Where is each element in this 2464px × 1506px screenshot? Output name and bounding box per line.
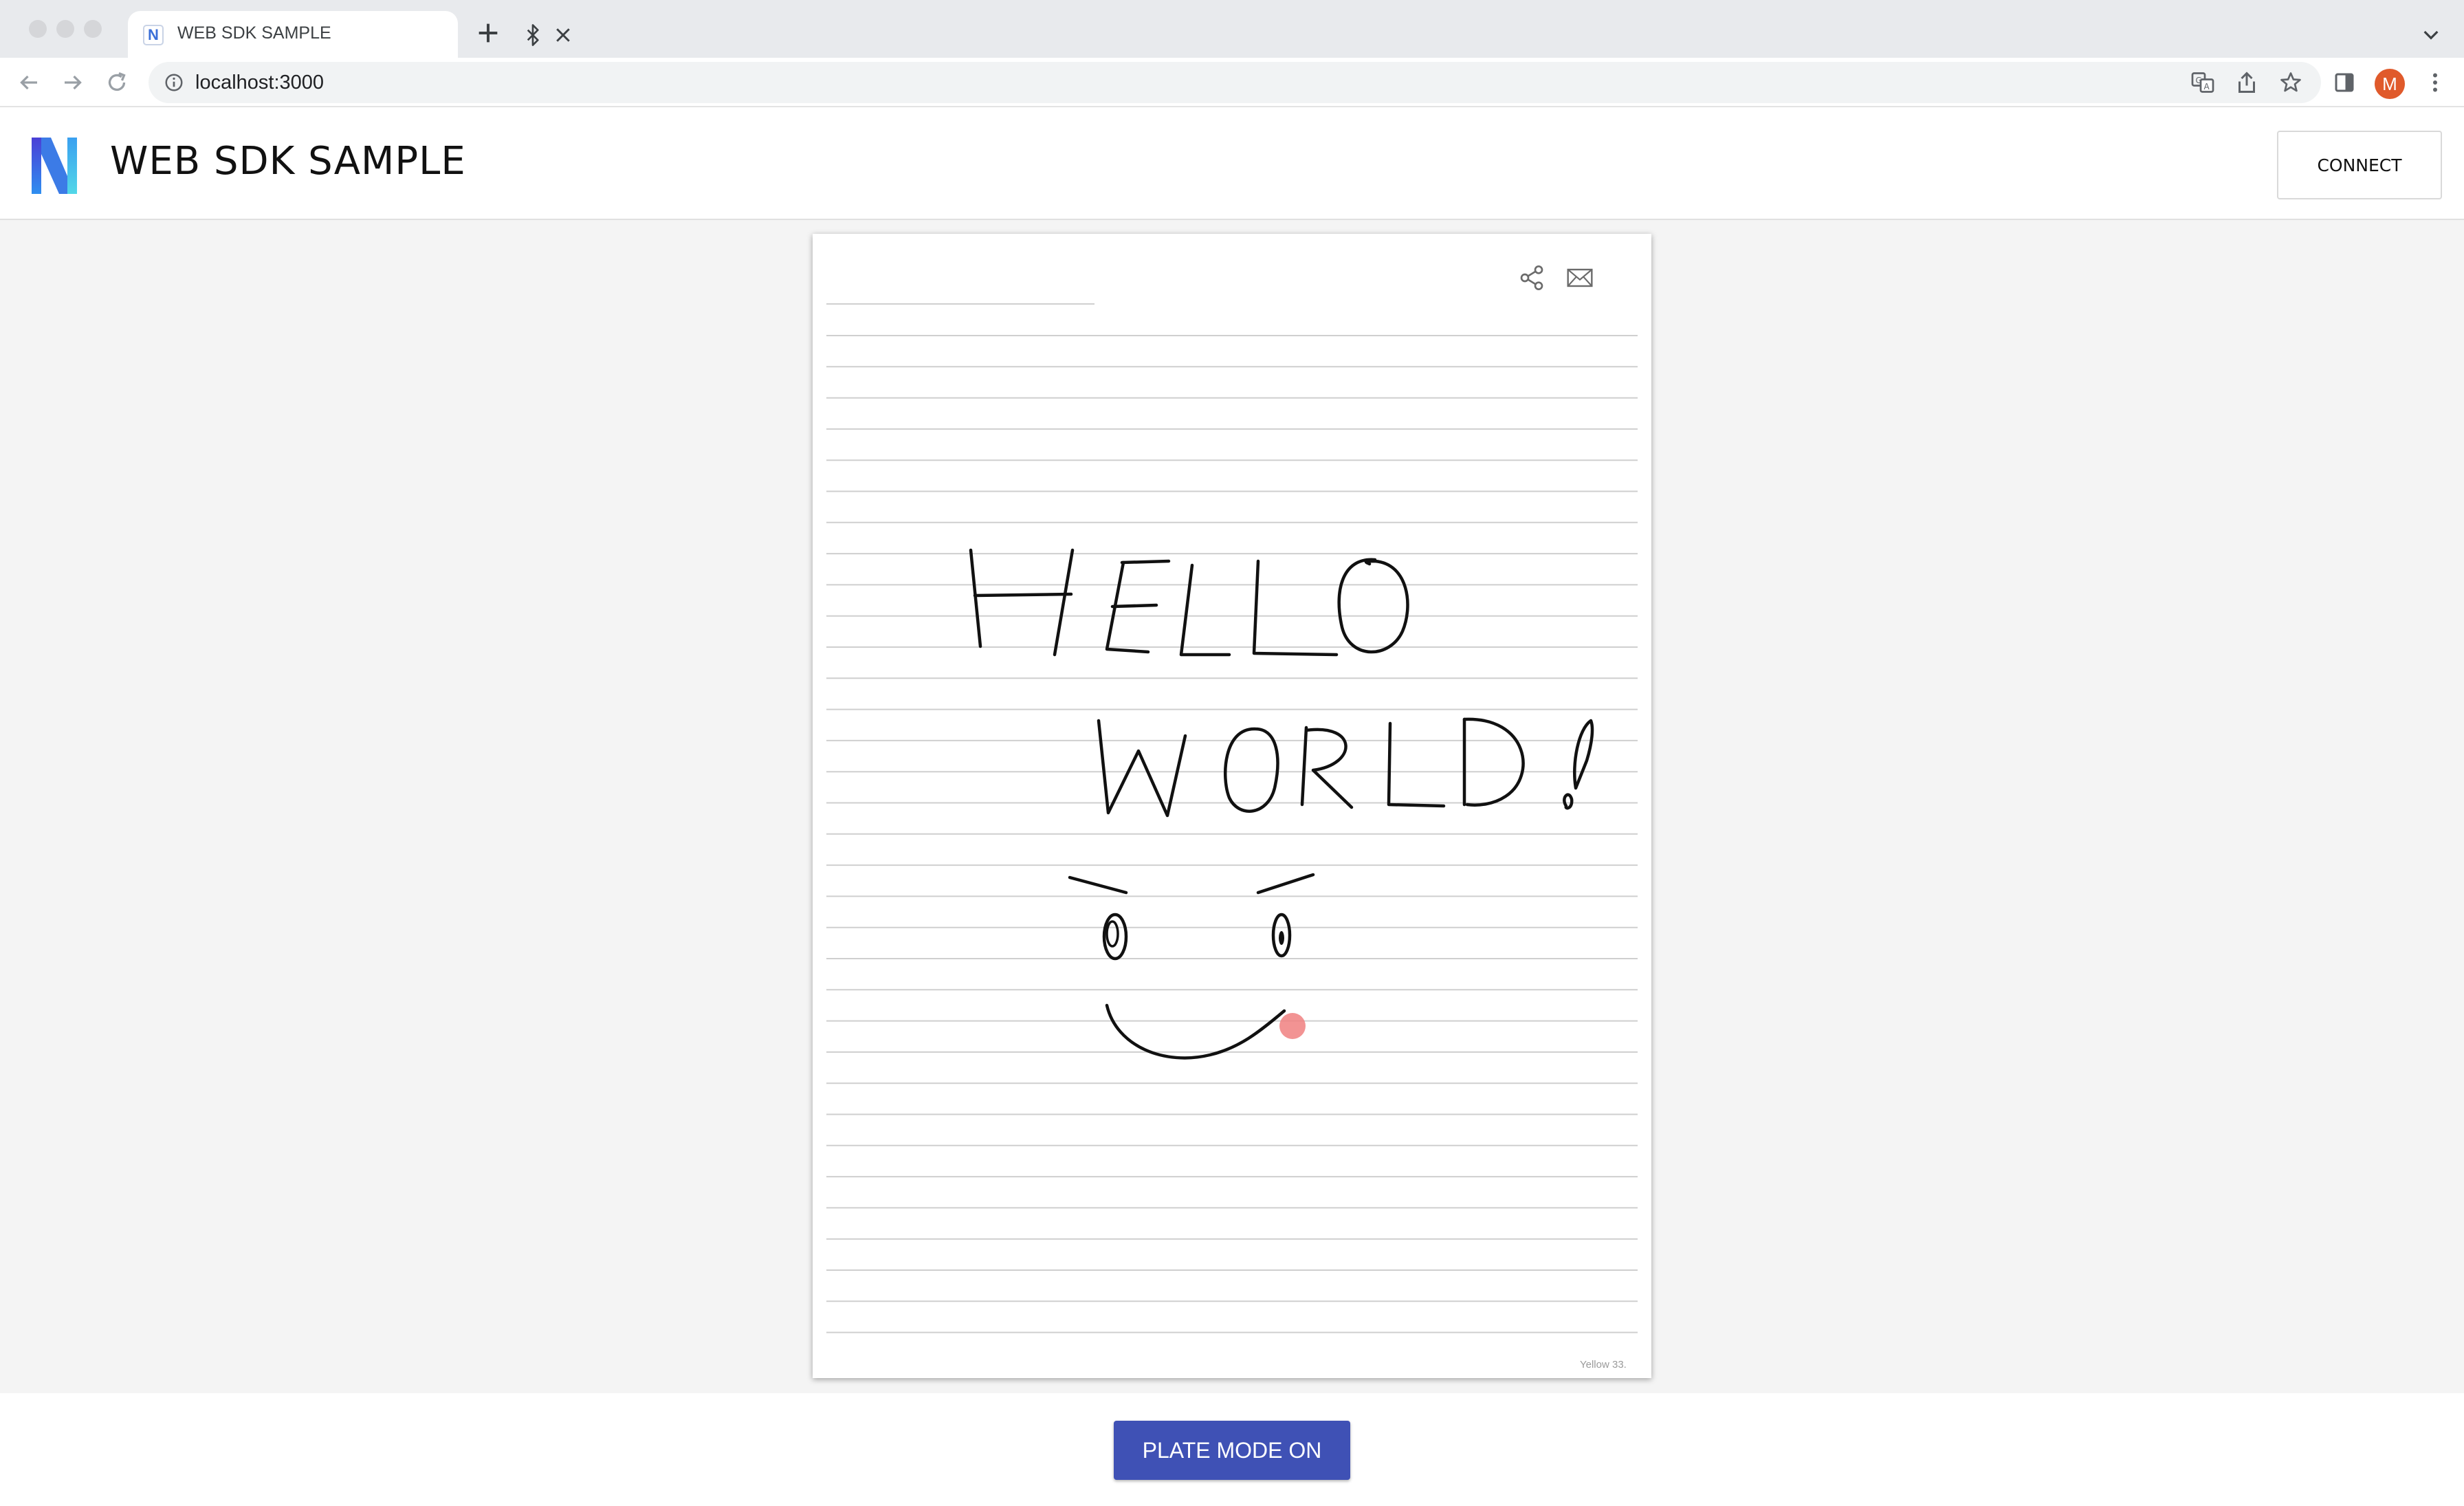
- handwriting-stroke: [1179, 563, 1231, 657]
- pen-cursor-dot: [1279, 1013, 1306, 1039]
- handwriting-stroke: [1097, 719, 1187, 818]
- smile-stroke: [1105, 1003, 1286, 1060]
- back-arrow-icon[interactable]: [16, 70, 41, 95]
- forward-arrow-icon[interactable]: [60, 70, 85, 95]
- handwriting-stroke: [1053, 548, 1075, 657]
- share-page-icon[interactable]: [2234, 70, 2259, 95]
- right-pupil-stroke: [1279, 931, 1284, 945]
- handwriting-stroke: [1223, 727, 1279, 813]
- translate-icon[interactable]: G A: [2190, 70, 2215, 95]
- tab-close-icon[interactable]: [553, 25, 573, 45]
- plate-mode-button[interactable]: PLATE MODE ON: [1114, 1421, 1350, 1480]
- address-bar-url: localhost:3000: [195, 72, 324, 94]
- bookmark-star-icon[interactable]: [2278, 70, 2303, 95]
- handwriting-stroke: [1563, 793, 1574, 810]
- address-bar[interactable]: localhost:3000: [148, 62, 2321, 103]
- handwriting-stroke: [1300, 725, 1308, 807]
- window-close-control[interactable]: [29, 20, 47, 38]
- page-footer-label: Yellow 33.: [1580, 1359, 1627, 1371]
- bluetooth-icon: [527, 24, 539, 46]
- handwriting-stroke: [969, 548, 982, 648]
- svg-text:A: A: [2204, 82, 2210, 91]
- tab-favicon-icon: N: [143, 25, 164, 45]
- neo-logo-icon: [32, 138, 77, 194]
- app-header: WEB SDK SAMPLE CONNECT: [0, 107, 2464, 220]
- left-pupil-stroke: [1106, 920, 1119, 948]
- svg-text:G: G: [2196, 76, 2202, 85]
- handwriting-stroke: [1110, 603, 1158, 609]
- handwriting-stroke: [1387, 721, 1446, 808]
- connect-button[interactable]: CONNECT: [2277, 131, 2442, 199]
- handwriting-stroke: [1256, 873, 1315, 895]
- reload-icon[interactable]: [104, 70, 129, 95]
- main-canvas-area: Yellow 33.: [0, 220, 2464, 1393]
- browser-tab-strip: N WEB SDK SAMPLE: [0, 0, 2464, 58]
- handwriting-stroke: [1462, 717, 1525, 807]
- browser-menu-icon[interactable]: [2423, 70, 2448, 95]
- window-minimize-control[interactable]: [56, 20, 74, 38]
- app-title: WEB SDK SAMPLE: [110, 139, 466, 184]
- handwriting-stroke: [1252, 559, 1339, 657]
- site-info-icon[interactable]: [164, 72, 184, 93]
- browser-toolbar: localhost:3000 G A M: [0, 58, 2464, 107]
- tab-search-chevron-icon[interactable]: [2420, 23, 2442, 45]
- browser-tab-active[interactable]: N WEB SDK SAMPLE: [128, 11, 570, 58]
- footer-bar: PLATE MODE ON: [0, 1393, 2464, 1506]
- handwriting-stroke: [1068, 875, 1128, 895]
- notebook-page[interactable]: Yellow 33.: [813, 234, 1651, 1378]
- handwriting-stroke: [1573, 719, 1594, 790]
- handwriting-stroke: [1337, 558, 1409, 654]
- mail-icon[interactable]: [1566, 267, 1594, 289]
- notebook-page-canvas[interactable]: [813, 234, 1651, 1378]
- tab-title: WEB SDK SAMPLE: [177, 23, 331, 43]
- profile-avatar[interactable]: M: [2375, 69, 2405, 99]
- handwriting-stroke: [1120, 559, 1171, 565]
- handwriting-stroke: [973, 592, 1073, 598]
- new-tab-plus-icon[interactable]: [474, 19, 502, 47]
- window-zoom-control[interactable]: [84, 20, 102, 38]
- side-panel-icon[interactable]: [2332, 70, 2357, 95]
- share-icon[interactable]: [1518, 264, 1546, 292]
